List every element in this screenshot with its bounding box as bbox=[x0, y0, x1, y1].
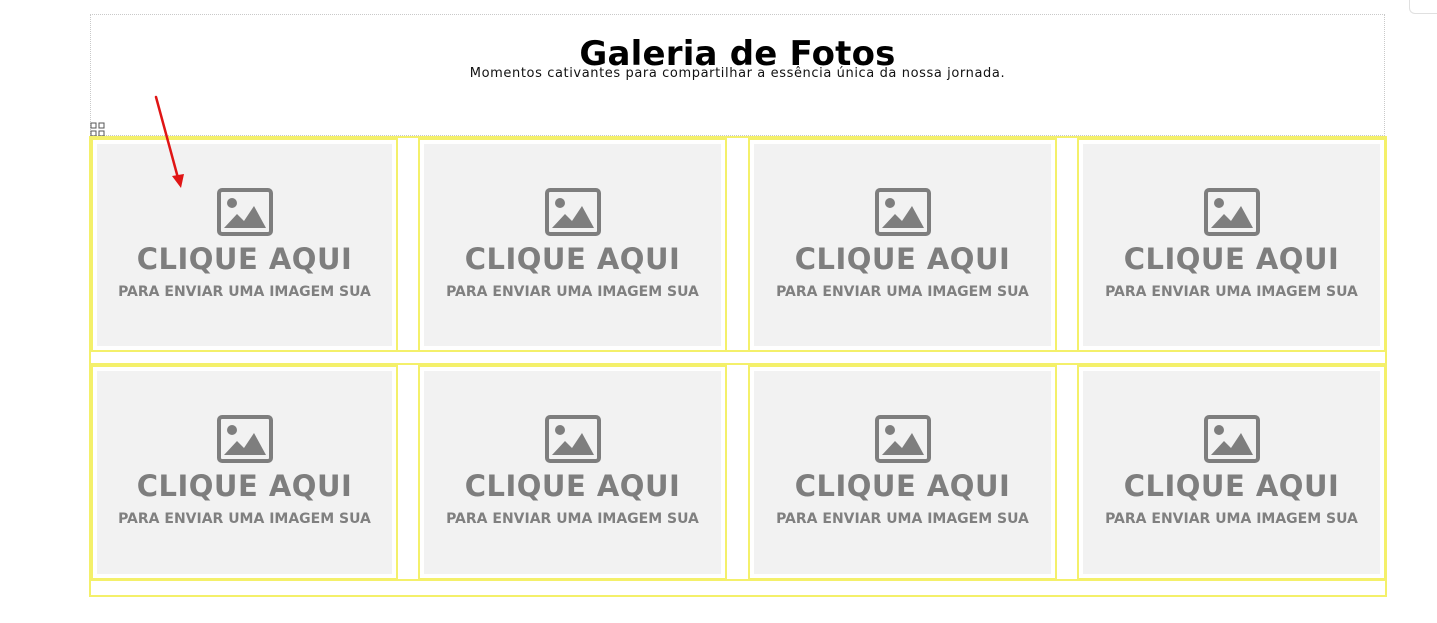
upload-cta-sublabel: PARA ENVIAR UMA IMAGEM SUA bbox=[446, 511, 699, 527]
upload-cta-sublabel: PARA ENVIAR UMA IMAGEM SUA bbox=[118, 284, 371, 300]
image-placeholder: CLIQUE AQUI PARA ENVIAR UMA IMAGEM SUA bbox=[1083, 371, 1380, 574]
gallery-item-upload[interactable]: CLIQUE AQUI PARA ENVIAR UMA IMAGEM SUA bbox=[748, 365, 1057, 580]
upload-cta-label: CLIQUE AQUI bbox=[136, 242, 353, 276]
upload-cta-label: CLIQUE AQUI bbox=[794, 242, 1011, 276]
image-icon bbox=[216, 415, 273, 463]
image-icon bbox=[544, 188, 601, 236]
upload-cta-label: CLIQUE AQUI bbox=[1123, 242, 1340, 276]
upload-cta-label: CLIQUE AQUI bbox=[464, 242, 681, 276]
upload-cta-sublabel: PARA ENVIAR UMA IMAGEM SUA bbox=[1105, 511, 1358, 527]
image-placeholder: CLIQUE AQUI PARA ENVIAR UMA IMAGEM SUA bbox=[1083, 144, 1380, 346]
gallery-item-upload[interactable]: CLIQUE AQUI PARA ENVIAR UMA IMAGEM SUA bbox=[748, 138, 1057, 352]
image-placeholder: CLIQUE AQUI PARA ENVIAR UMA IMAGEM SUA bbox=[97, 144, 392, 346]
upload-cta-sublabel: PARA ENVIAR UMA IMAGEM SUA bbox=[118, 511, 371, 527]
image-icon bbox=[874, 188, 931, 236]
upload-cta-label: CLIQUE AQUI bbox=[794, 469, 1011, 503]
image-icon bbox=[544, 415, 601, 463]
image-placeholder: CLIQUE AQUI PARA ENVIAR UMA IMAGEM SUA bbox=[97, 371, 392, 574]
image-placeholder: CLIQUE AQUI PARA ENVIAR UMA IMAGEM SUA bbox=[424, 371, 721, 574]
image-icon bbox=[874, 415, 931, 463]
drag-handle-icon[interactable] bbox=[90, 122, 105, 137]
upload-cta-label: CLIQUE AQUI bbox=[1123, 469, 1340, 503]
image-placeholder: CLIQUE AQUI PARA ENVIAR UMA IMAGEM SUA bbox=[754, 144, 1051, 346]
image-icon bbox=[216, 188, 273, 236]
gallery-header-section[interactable]: Galeria de Fotos Momentos cativantes par… bbox=[90, 14, 1385, 136]
gallery-item-upload[interactable]: CLIQUE AQUI PARA ENVIAR UMA IMAGEM SUA bbox=[91, 138, 398, 352]
image-icon bbox=[1203, 415, 1260, 463]
upload-cta-label: CLIQUE AQUI bbox=[136, 469, 353, 503]
gallery-item-upload[interactable]: CLIQUE AQUI PARA ENVIAR UMA IMAGEM SUA bbox=[1077, 365, 1386, 580]
page: Galeria de Fotos Momentos cativantes par… bbox=[0, 0, 1437, 623]
gallery-item-upload[interactable]: CLIQUE AQUI PARA ENVIAR UMA IMAGEM SUA bbox=[418, 138, 727, 352]
image-icon bbox=[1203, 188, 1260, 236]
gallery-item-upload[interactable]: CLIQUE AQUI PARA ENVIAR UMA IMAGEM SUA bbox=[418, 365, 727, 580]
gallery-item-upload[interactable]: CLIQUE AQUI PARA ENVIAR UMA IMAGEM SUA bbox=[1077, 138, 1386, 352]
upload-cta-label: CLIQUE AQUI bbox=[464, 469, 681, 503]
upload-cta-sublabel: PARA ENVIAR UMA IMAGEM SUA bbox=[446, 284, 699, 300]
image-placeholder: CLIQUE AQUI PARA ENVIAR UMA IMAGEM SUA bbox=[424, 144, 721, 346]
page-subtitle: Momentos cativantes para compartilhar a … bbox=[469, 66, 1006, 81]
image-placeholder: CLIQUE AQUI PARA ENVIAR UMA IMAGEM SUA bbox=[754, 371, 1051, 574]
upload-cta-sublabel: PARA ENVIAR UMA IMAGEM SUA bbox=[1105, 284, 1358, 300]
upload-cta-sublabel: PARA ENVIAR UMA IMAGEM SUA bbox=[776, 284, 1029, 300]
window-corner bbox=[1409, 0, 1437, 14]
upload-cta-sublabel: PARA ENVIAR UMA IMAGEM SUA bbox=[776, 511, 1029, 527]
gallery-item-upload[interactable]: CLIQUE AQUI PARA ENVIAR UMA IMAGEM SUA bbox=[91, 365, 398, 580]
